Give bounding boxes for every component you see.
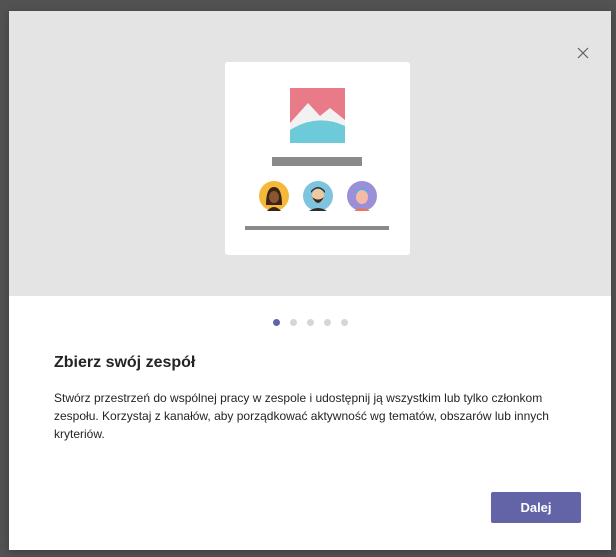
page-dot-1[interactable] [272,319,280,326]
avatar-group [259,181,379,215]
page-dot-3[interactable] [306,319,314,326]
footer-placeholder-bar [245,226,389,230]
team-card-illustration [225,62,410,255]
page-dot-2[interactable] [289,319,297,326]
page-dot-5[interactable] [340,319,348,326]
page-indicator [9,319,611,326]
avatar-cap-person-icon [347,181,377,211]
image-placeholder-icon [290,88,345,143]
avatar-bearded-man-icon [303,181,333,211]
title-placeholder-bar [272,157,362,166]
page-dot-4[interactable] [323,319,331,326]
dialog-description: Stwórz przestrzeń do wspólnej pracy w ze… [54,391,549,441]
avatar-woman-icon [259,181,289,211]
close-icon[interactable] [573,43,593,63]
hero-illustration-area [9,11,611,296]
next-button[interactable]: Dalej [491,492,581,523]
onboarding-dialog: Zbierz swój zespół Stwórz przestrzeń do … [9,11,611,550]
dialog-heading: Zbierz swój zespół [54,354,196,371]
